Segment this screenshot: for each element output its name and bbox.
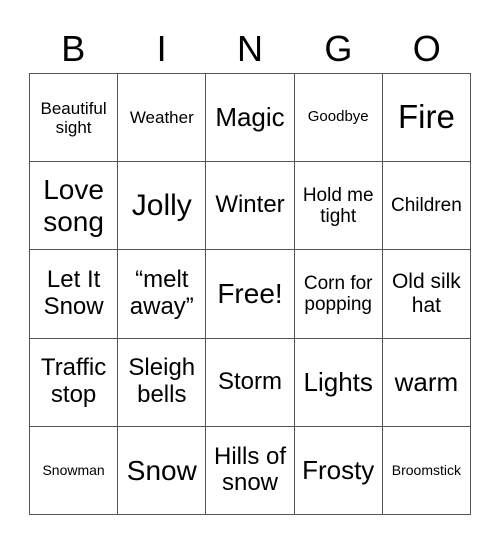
- bingo-cell[interactable]: Snow: [118, 426, 207, 515]
- bingo-cell[interactable]: Winter: [206, 162, 295, 251]
- bingo-cell[interactable]: Magic: [206, 74, 295, 163]
- bingo-cell[interactable]: Broomstick: [382, 426, 471, 515]
- bingo-cell-free[interactable]: Free!: [206, 250, 295, 339]
- bingo-cell[interactable]: Frosty: [294, 426, 383, 515]
- bingo-cell[interactable]: Let It Snow: [30, 250, 119, 339]
- header-letter-o: O: [412, 28, 441, 69]
- header-letter-i: I: [156, 28, 167, 69]
- bingo-cell[interactable]: Corn for popping: [294, 250, 383, 339]
- bingo-cell[interactable]: Traffic stop: [30, 338, 119, 427]
- bingo-cell[interactable]: Fire: [382, 74, 471, 163]
- bingo-cell[interactable]: Sleigh bells: [118, 338, 207, 427]
- bingo-grid: Beautiful sight Weather Magic Goodbye Fi…: [29, 73, 471, 515]
- bingo-cell[interactable]: Love song: [30, 162, 119, 251]
- header-letter-b: B: [61, 28, 86, 69]
- bingo-cell[interactable]: Lights: [294, 338, 383, 427]
- bingo-cell[interactable]: Goodbye: [294, 74, 383, 163]
- bingo-cell[interactable]: Storm: [206, 338, 295, 427]
- bingo-cell[interactable]: Beautiful sight: [30, 74, 119, 163]
- bingo-cell[interactable]: Snowman: [30, 426, 119, 515]
- bingo-cell[interactable]: Children: [382, 162, 471, 251]
- bingo-cell[interactable]: Old silk hat: [382, 250, 471, 339]
- header-letter-g: G: [324, 28, 353, 69]
- header-letter-n: N: [236, 28, 263, 69]
- bingo-cell[interactable]: Weather: [118, 74, 207, 163]
- bingo-cell[interactable]: warm: [382, 338, 471, 427]
- bingo-header: B I N G O: [29, 26, 471, 72]
- bingo-cell[interactable]: Hills of snow: [206, 426, 295, 515]
- bingo-cell[interactable]: “melt away”: [118, 250, 207, 339]
- bingo-cell[interactable]: Hold me tight: [294, 162, 383, 251]
- bingo-cell[interactable]: Jolly: [118, 162, 207, 251]
